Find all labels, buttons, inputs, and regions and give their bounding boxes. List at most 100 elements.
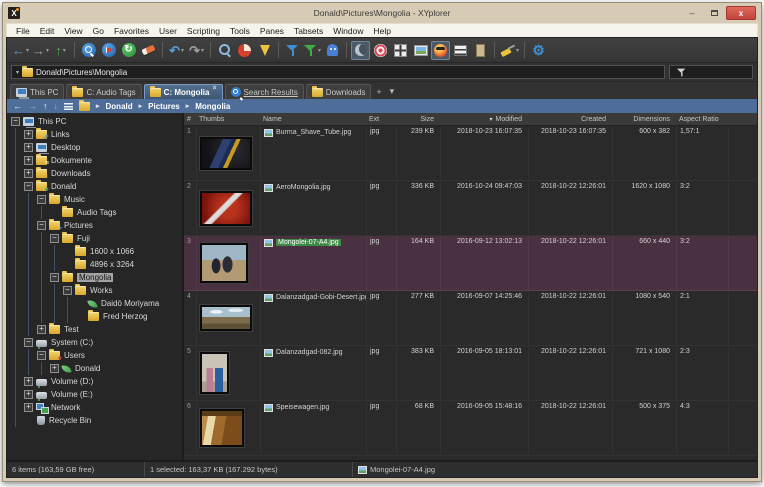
file-name[interactable]: Burma_Shave_Tube.jpg [276,129,351,136]
column-header-name[interactable]: Name [260,113,366,125]
tree-item-fred-herzog[interactable]: Fred Herzog [7,310,182,323]
file-row-mongolei-07-a4-jpg[interactable]: 3Mongolei-07-A4.jpgjpg164 KB2016-09-12 1… [184,236,757,291]
tab-this-pc[interactable]: This PC [10,84,64,99]
dropdown-caret-icon[interactable]: ▾ [201,47,204,54]
tree-item-desktop[interactable]: +Desktop [7,141,182,154]
statistics-button[interactable] [235,41,254,60]
crumb-forward-icon[interactable]: → [28,102,37,111]
column-header-aspect-ratio[interactable]: Aspect Ratio [676,113,728,125]
goto-button[interactable] [99,41,118,60]
dropdown-caret-icon[interactable]: ▾ [63,47,66,54]
expand-toggle[interactable]: − [63,286,72,295]
file-name[interactable]: Dalanzadgad-Gobi-Desert.jpg [276,294,366,301]
tree-item-recycle-bin[interactable]: Recycle Bin [7,414,182,427]
tree-item-audio-tags[interactable]: Audio Tags [7,206,182,219]
expand-toggle[interactable]: − [50,234,59,243]
file-name[interactable]: Speisewagen.jpg [276,404,329,411]
column-header-thumbs[interactable]: Thumbs [196,113,260,125]
tab-downloads[interactable]: Downloads [306,84,372,99]
tree-item-downloads[interactable]: +Downloads [7,167,182,180]
breadcrumb-segment-donald[interactable]: Donald [106,102,133,111]
live-filter-button[interactable] [215,41,234,60]
file-name[interactable]: Dalanzadgad-082.jpg [276,349,343,356]
tree-item-4896-x-3264[interactable]: 4896 x 3264 [7,258,182,271]
expand-toggle[interactable]: + [37,325,46,334]
up-button[interactable]: ↑▾ [51,41,70,60]
thumbnail-mongolei-07-a4-jpg[interactable] [200,243,248,283]
menu-item-file[interactable]: File [11,26,35,36]
tree-item-this-pc[interactable]: −This PC [7,115,182,128]
menu-item-user[interactable]: User [154,26,182,36]
expand-toggle[interactable]: + [50,364,59,373]
tab-close-icon[interactable]: × [212,86,216,92]
thumbnail-burma-shave-tube-jpg[interactable] [200,137,252,170]
breadcrumb-menu-icon[interactable] [64,103,73,110]
expand-toggle[interactable]: + [24,169,33,178]
redo-button[interactable]: ↷▾ [187,41,206,60]
dropdown-caret-icon[interactable]: ▾ [516,47,519,54]
menu-item-favorites[interactable]: Favorites [109,26,154,36]
close-button[interactable]: x [726,6,756,20]
ghost-filter-button[interactable] [323,41,342,60]
tab-list-button[interactable]: ▾ [387,84,398,99]
tree-item-music[interactable]: −Music [7,193,182,206]
crumb-down-icon[interactable]: ↓ [54,102,59,111]
tree-item-donald[interactable]: −Donald [7,180,182,193]
menu-item-tabsets[interactable]: Tabsets [289,26,328,36]
filter-box[interactable] [669,65,753,79]
crumb-back-icon[interactable]: ← [13,102,22,111]
visual-filter-button[interactable] [283,41,302,60]
expand-toggle[interactable]: + [24,143,33,152]
expand-toggle[interactable]: − [11,117,20,126]
minimize-button[interactable]: – [682,6,702,20]
expand-toggle[interactable]: + [24,130,33,139]
column-header-dimensions[interactable]: Dimensions [612,113,676,125]
thumbnails-button[interactable] [411,41,430,60]
file-row-dalanzadgad-082-jpg[interactable]: 5Dalanzadgad-082.jpgjpg383 KB2016-09-05 … [184,346,757,401]
breadcrumb-segment-pictures[interactable]: Pictures [148,102,180,111]
new-tab-button[interactable]: + [373,84,384,99]
thumbnail-aeromongolia-jpg[interactable] [200,191,252,226]
thumbnail-dalanzadgad-082-jpg[interactable] [200,352,229,394]
file-row-dalanzadgad-gobi-desert-jpg[interactable]: 4Dalanzadgad-Gobi-Desert.jpgjpg277 KB201… [184,291,757,346]
tree-item-pictures[interactable]: −Pictures [7,219,182,232]
tree-item-donald[interactable]: +Donald [7,362,182,375]
details-view-button[interactable] [451,41,470,60]
back-button[interactable]: ←▾ [11,41,30,60]
tree-item-system-c[interactable]: −System (C:) [7,336,182,349]
expand-toggle[interactable]: + [24,403,33,412]
expand-toggle[interactable]: − [37,351,46,360]
menu-item-window[interactable]: Window [328,26,368,36]
expand-toggle[interactable]: + [24,156,33,165]
settings-button[interactable] [529,41,548,60]
maximize-button[interactable] [704,6,724,20]
menu-item-go[interactable]: Go [88,26,109,36]
file-row-aeromongolia-jpg[interactable]: 2AeroMongolia.jpgjpg336 KB2016-10-24 09:… [184,181,757,236]
menu-item-help[interactable]: Help [368,26,395,36]
file-name[interactable]: AeroMongolia.jpg [276,184,330,191]
expand-toggle[interactable]: − [50,273,59,282]
tree-item-network[interactable]: +Network [7,401,182,414]
erase-button[interactable] [139,41,158,60]
panes-button[interactable] [391,41,410,60]
tree-item-daid-moriyama[interactable]: Daidō Moriyama [7,297,182,310]
file-row-speisewagen-jpg[interactable]: 6Speisewagen.jpgjpg68 KB2016-09-05 15:48… [184,401,757,456]
thumbnail-speisewagen-jpg[interactable] [200,409,244,447]
expand-toggle[interactable]: + [24,377,33,386]
tab-search-results[interactable]: Search Results [225,84,304,99]
expand-toggle[interactable]: + [24,390,33,399]
refresh-button[interactable] [119,41,138,60]
thumbnail-dalanzadgad-gobi-desert-jpg[interactable] [200,305,252,331]
tree-item-volume-e[interactable]: +Volume (E:) [7,388,182,401]
global-visual-filter-button[interactable]: ▾ [303,41,322,60]
tree-item-test[interactable]: +Test [7,323,182,336]
crumb-up-icon[interactable]: ↑ [43,102,48,111]
find-files-button[interactable] [79,41,98,60]
column-header-created[interactable]: Created [528,113,612,125]
file-name[interactable]: Mongolei-07-A4.jpg [276,239,341,246]
sweep-button[interactable]: ▾ [499,41,520,60]
expand-toggle[interactable]: − [24,338,33,347]
breadcrumb-segment-mongolia[interactable]: Mongolia [195,102,230,111]
highlight-button[interactable] [371,41,390,60]
tree-item-links[interactable]: +Links [7,128,182,141]
